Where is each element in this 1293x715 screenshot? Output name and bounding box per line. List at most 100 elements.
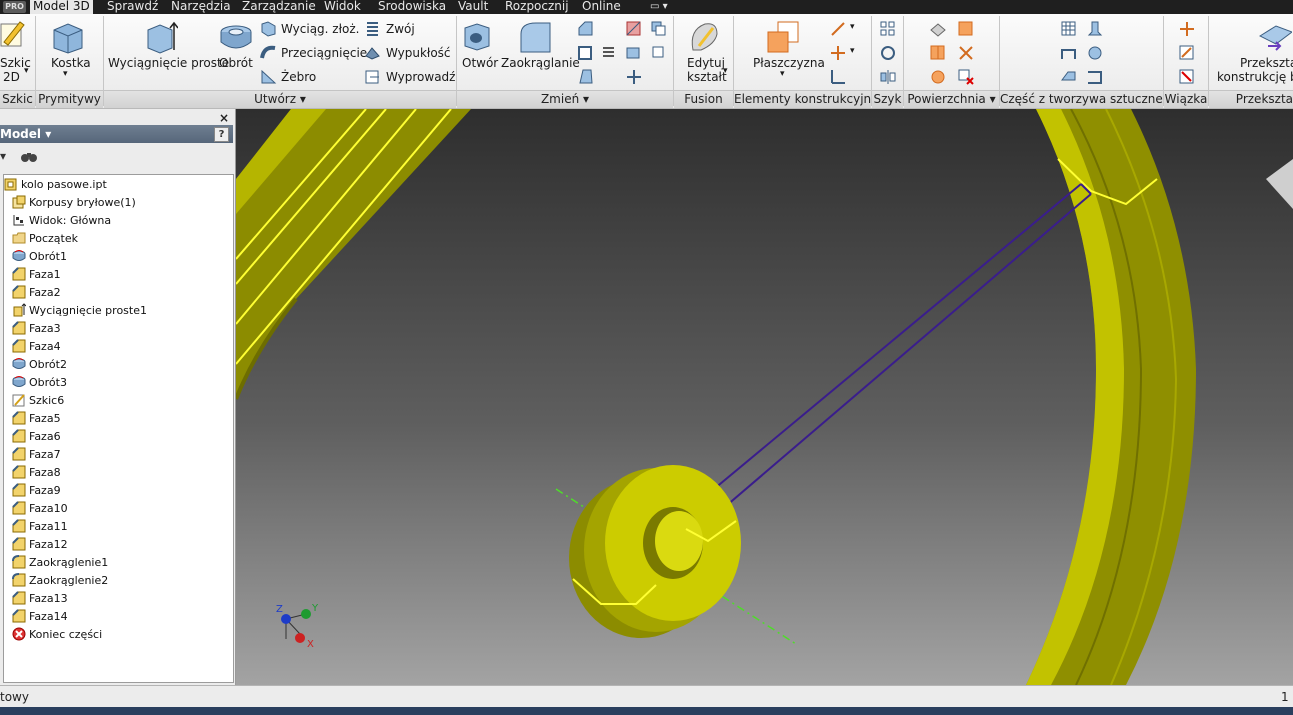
tab-srodowiska[interactable]: Środowiska [378,0,446,14]
thread-icon[interactable] [600,44,617,61]
panel-szkic[interactable]: Szkic [0,90,35,108]
sketch-2d-label-2[interactable]: 2D [3,70,20,84]
edit-form-label-2[interactable]: kształt [687,70,727,84]
tree-item[interactable]: Zaokrąglenie2 [12,572,108,590]
tree-item[interactable]: Wyciągnięcie proste1 [12,302,147,320]
chamfer-small-icon[interactable] [577,20,594,37]
panel-przeksztalc[interactable]: Przekszta [1209,90,1293,108]
chevron-down-icon[interactable]: ▾ [850,22,855,32]
tree-item[interactable]: Obrót2 [12,356,67,374]
hole-icon[interactable] [462,22,492,52]
view-cube[interactable] [1266,159,1293,209]
emboss-icon[interactable] [364,44,381,61]
move-face-icon[interactable] [625,44,642,61]
keyway-sketch[interactable] [707,183,1092,507]
derive-button[interactable]: Wyprowadź [386,70,455,84]
tree-item[interactable]: Faza9 [12,482,61,500]
convert-label-1[interactable]: Przekształć [1240,56,1293,70]
convert-label-2[interactable]: konstrukcję bla [1217,70,1293,84]
graphics-viewport[interactable]: Z Y X [236,109,1293,685]
box-button[interactable]: Kostka [51,56,91,70]
mirror-icon[interactable] [879,68,896,85]
help-icon[interactable]: ? [214,127,229,142]
sketch-2d-icon[interactable] [0,20,26,48]
ucs-icon[interactable] [829,68,846,85]
filter-icon[interactable]: ▾ [0,149,6,163]
tree-item[interactable]: Faza6 [12,428,61,446]
panel-szyk[interactable]: Szyk [872,90,903,108]
tree-item[interactable]: Faza8 [12,464,61,482]
chevron-down-icon[interactable]: ▾ [850,46,855,56]
panel-wiazka[interactable]: Wiązka [1164,90,1208,108]
tab-rozpocznij[interactable]: Rozpocznij [505,0,569,14]
delete-face-icon[interactable] [957,68,974,85]
copy-object-icon[interactable] [650,44,667,61]
circ-pattern-icon[interactable] [879,44,896,61]
quick-access-dropdown-icon[interactable]: ▭ ▾ [650,0,668,14]
move-bodies-icon[interactable] [625,68,642,85]
convert-sheet-metal-icon[interactable] [1258,22,1292,52]
draft-icon[interactable] [577,68,594,85]
tree-item[interactable]: Faza10 [12,500,68,518]
snap-fit-icon[interactable] [1086,44,1103,61]
tab-narzedzia[interactable]: Narzędzia [171,0,231,14]
tree-item[interactable]: Obrót3 [12,374,67,392]
tab-widok[interactable]: Widok [324,0,361,14]
tree-item[interactable]: Faza14 [12,608,68,626]
split-icon[interactable] [625,20,642,37]
tab-zarzadzanie[interactable]: Zarządzanie [242,0,316,14]
tree-item[interactable]: Początek [12,230,78,248]
browser-title-dropdown[interactable]: Model ▾ [0,125,51,143]
panel-fusion[interactable]: Fusion [674,90,733,108]
loft-icon[interactable] [260,20,277,37]
panel-zmien[interactable]: Zmień ▾ [457,90,673,108]
tree-item[interactable]: Widok: Główna [12,212,111,230]
tree-item[interactable]: Faza5 [12,410,61,428]
sweep-button[interactable]: Przeciągnięcie [281,46,367,60]
edit-form-icon[interactable] [687,20,721,54]
tree-item[interactable]: Faza12 [12,536,68,554]
revolve-icon[interactable] [219,22,253,52]
hole-button[interactable]: Otwór [462,56,498,70]
coil-button[interactable]: Zwój [386,22,415,36]
chevron-down-icon[interactable]: ▾ [780,69,785,79]
derive-icon[interactable] [364,68,381,85]
rim-right-segment[interactable] [1026,109,1196,685]
tree-item[interactable]: Szkic6 [12,392,64,410]
rule-fillet-icon[interactable] [1060,68,1077,85]
edit-form-label-1[interactable]: Edytuj [687,56,725,70]
fillet-button[interactable]: Zaokrąglanie [501,56,580,70]
tab-vault[interactable]: Vault [458,0,488,14]
tree-item[interactable]: Faza13 [12,590,68,608]
fillet-icon[interactable] [518,20,552,54]
panel-czesc-z-tworzywa[interactable]: Część z tworzywa sztucznego [1000,90,1163,108]
trim-icon[interactable] [957,44,974,61]
sculpt-icon[interactable] [929,44,946,61]
rect-pattern-icon[interactable] [879,20,896,37]
tab-sprawdz[interactable]: Sprawdź [107,0,158,14]
combine-icon[interactable] [650,20,667,37]
panel-elementy-konstrukcyjne[interactable]: Elementy konstrukcyjne [734,90,871,108]
box-primitive-icon[interactable] [50,20,86,54]
chevron-down-icon[interactable]: ▾ [63,69,68,79]
tree-item[interactable]: Zaokrąglenie1 [12,554,108,572]
harness-segment-icon[interactable] [1178,68,1195,85]
loft-button[interactable]: Wyciąg. złoż. [281,22,359,36]
tree-item[interactable]: Faza4 [12,338,61,356]
tree-item[interactable]: kolo pasowe.ipt [4,176,107,194]
tree-item[interactable]: Faza7 [12,446,61,464]
tree-item[interactable]: Faza2 [12,284,61,302]
harness-point-icon[interactable] [1178,20,1195,37]
tree-item[interactable]: Faza11 [12,518,68,536]
work-axis-icon[interactable] [829,20,846,37]
tree-item[interactable]: Koniec części [12,626,102,644]
patch-icon[interactable] [929,68,946,85]
panel-powierzchnia[interactable]: Powierzchnia ▾ [904,90,999,108]
work-plane-button[interactable]: Płaszczyzna [753,56,825,70]
rib-button[interactable]: Żebro [281,70,316,84]
tree-item[interactable]: Faza3 [12,320,61,338]
model-canvas[interactable]: Z Y X [236,109,1293,685]
coil-icon[interactable] [364,20,381,37]
tree-item[interactable]: Faza1 [12,266,61,284]
thicken-icon[interactable] [929,20,946,37]
